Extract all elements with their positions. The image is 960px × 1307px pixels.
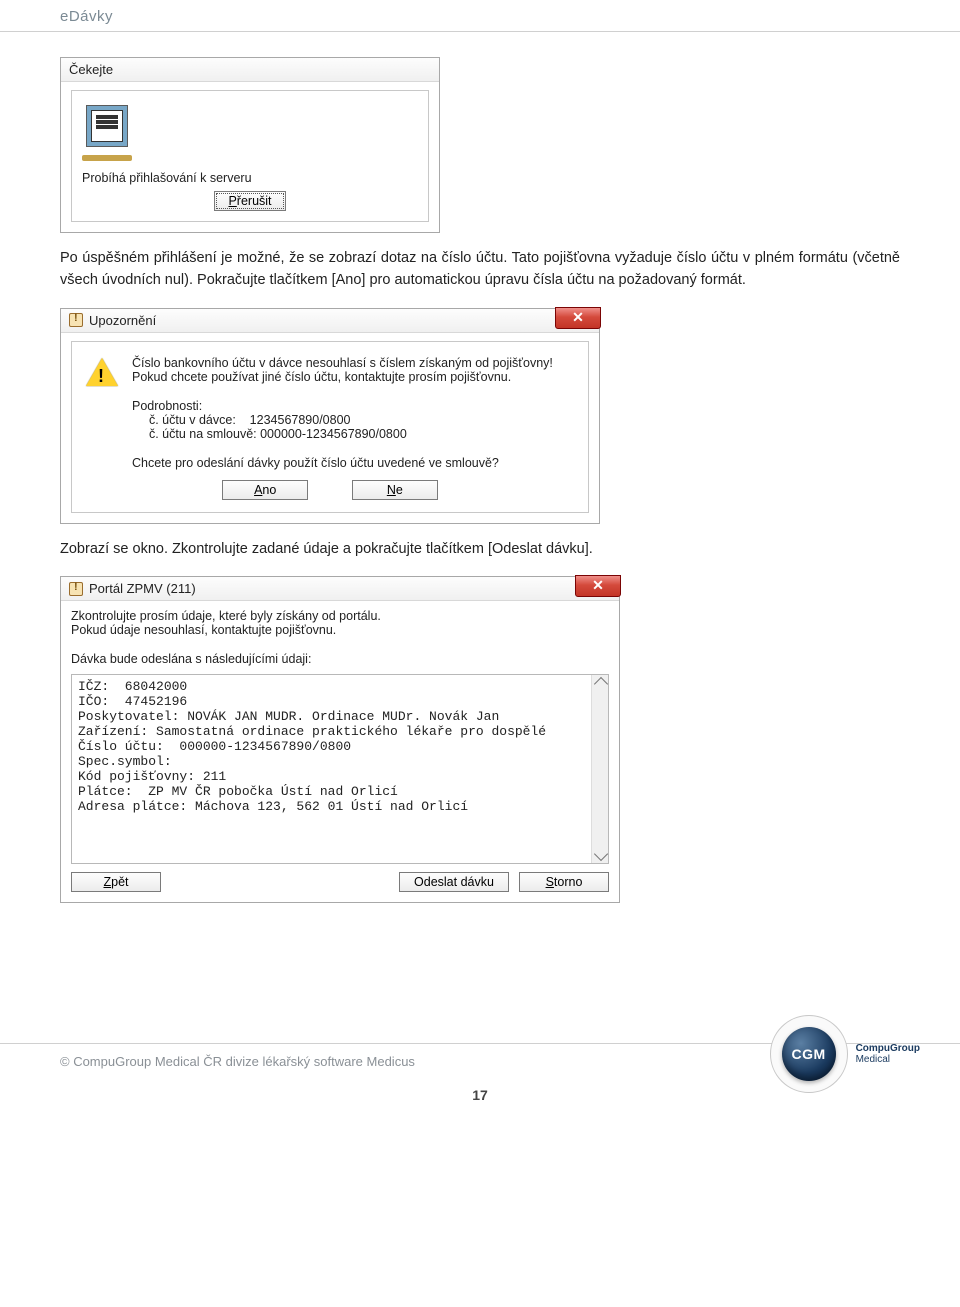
warn-account-contract: č. účtu na smlouvě: 000000-1234567890/08… [142, 427, 574, 441]
wait-animation-icon [82, 105, 418, 161]
cancel-button[interactable]: Přerušit [214, 191, 286, 211]
warn-line-1: Číslo bankovního účtu v dávce nesouhlasí… [132, 356, 574, 370]
paragraph-1: Po úspěšném přihlášení je možné, že se z… [60, 247, 900, 292]
portal-intro-1: Zkontrolujte prosím údaje, které byly zí… [71, 609, 609, 623]
cgm-logo-text: CompuGroup Medical [856, 1043, 920, 1065]
warning-dialog-titlebar: Upozornění [61, 309, 599, 333]
portal-dialog-titlebar: Portál ZPMV (211) [61, 577, 619, 601]
header-rule [0, 31, 960, 32]
close-button[interactable]: ✕ [555, 307, 601, 329]
portal-details-textarea[interactable]: IČZ: 68042000 IČO: 47452196 Poskytovatel… [71, 674, 609, 864]
portal-intro-2: Pokud údaje nesouhlasí, kontaktujte poji… [71, 623, 609, 637]
storno-button[interactable]: Storno [519, 872, 609, 892]
warning-dialog: Upozornění ✕ ! Číslo bankovního účtu v d… [60, 308, 600, 524]
paragraph-2: Zobrazí se okno. Zkontrolujte zadané úda… [60, 538, 900, 560]
cgm-logo-badge: CGM [782, 1027, 836, 1081]
portal-dialog: Portál ZPMV (211) ✕ Zkontrolujte prosím … [60, 576, 620, 903]
cgm-logo: CGM CompuGroup Medical [770, 1015, 920, 1093]
close-button[interactable]: ✕ [575, 575, 621, 597]
warn-line-2: Pokud chcete používat jiné číslo účtu, k… [132, 370, 574, 384]
warn-account-batch: č. účtu v dávce: 1234567890/0800 [142, 413, 574, 427]
portal-intro-3: Dávka bude odeslána s následujícími údaj… [71, 652, 609, 666]
portal-details-text: IČZ: 68042000 IČO: 47452196 Poskytovatel… [78, 679, 546, 814]
scrollbar[interactable] [591, 675, 608, 863]
portal-title-icon [69, 582, 83, 596]
wait-dialog-title: Čekejte [61, 58, 439, 82]
doc-header: eDávky [60, 0, 900, 31]
warn-question: Chcete pro odeslání dávky použít číslo ú… [132, 456, 574, 470]
page-footer: CGM CompuGroup Medical © CompuGroup Medi… [60, 1043, 900, 1103]
wait-status-text: Probíhá přihlašování k serveru [82, 171, 418, 185]
no-button[interactable]: Ne [352, 480, 438, 500]
warn-details-label: Podrobnosti: [132, 399, 574, 413]
warning-dialog-title: Upozornění [89, 313, 156, 328]
portal-dialog-title: Portál ZPMV (211) [89, 581, 196, 596]
warning-icon: ! [86, 358, 118, 386]
send-button[interactable]: Odeslat dávku [399, 872, 509, 892]
yes-button[interactable]: Ano [222, 480, 308, 500]
back-button[interactable]: Zpět [71, 872, 161, 892]
warning-title-icon [69, 313, 83, 327]
wait-dialog: Čekejte Probíhá přihlašování k serveru P… [60, 57, 440, 233]
